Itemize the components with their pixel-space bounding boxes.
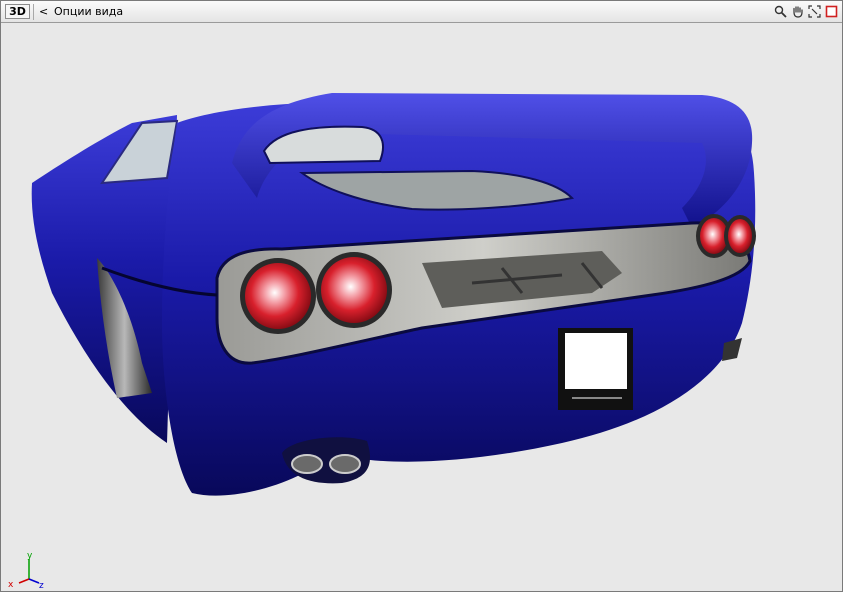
3d-viewport[interactable]: y x z bbox=[2, 23, 841, 591]
exhaust-pipe-left bbox=[291, 454, 323, 474]
tail-light-left-inner bbox=[321, 257, 387, 323]
x-axis-line bbox=[18, 578, 30, 584]
exhaust-pipe-right bbox=[329, 454, 361, 474]
stop-icon[interactable] bbox=[824, 4, 839, 19]
y-axis-label: y bbox=[27, 551, 33, 561]
pan-hand-icon[interactable] bbox=[790, 4, 805, 19]
tail-light-left-outer bbox=[245, 263, 311, 329]
mode-3d-button[interactable]: 3D bbox=[5, 4, 30, 19]
z-axis-label: z bbox=[39, 581, 44, 589]
z-axis-line bbox=[28, 578, 40, 584]
tail-light-right-outer bbox=[728, 219, 752, 253]
x-axis-label: x bbox=[8, 580, 14, 589]
axis-indicator: y x z bbox=[5, 551, 47, 591]
view-options-title[interactable]: Опции вида bbox=[54, 4, 123, 19]
toolbar-tools bbox=[773, 4, 839, 20]
zoom-icon[interactable] bbox=[773, 4, 788, 19]
viewer-window: 3D < Опции вида y x z bbox=[0, 0, 843, 592]
axis-triad: y x z bbox=[8, 551, 44, 591]
license-plate bbox=[565, 333, 627, 389]
car-model bbox=[31, 93, 756, 496]
toolbar-separator bbox=[33, 4, 34, 20]
tail-light-right-inner bbox=[700, 218, 728, 254]
toolbar: 3D < Опции вида bbox=[1, 1, 842, 23]
back-button[interactable]: < bbox=[39, 4, 48, 19]
fit-view-icon[interactable] bbox=[807, 4, 822, 19]
